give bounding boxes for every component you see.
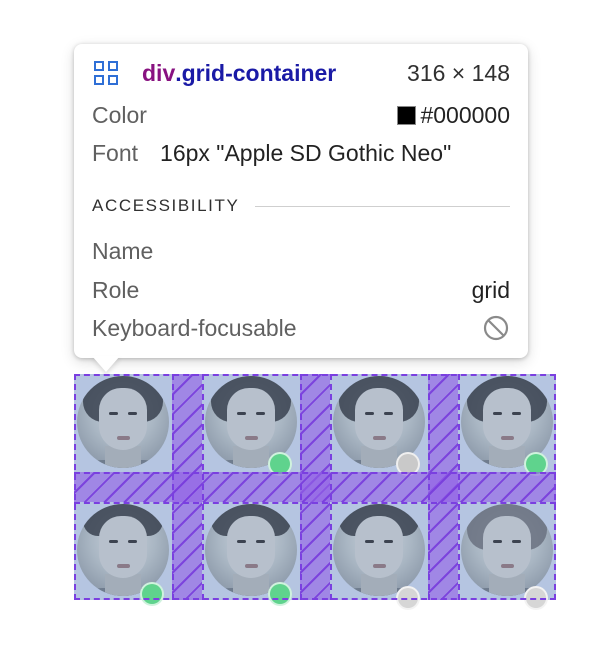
role-label: Role xyxy=(92,276,140,303)
font-row: Font 16px "Apple SD Gothic Neo" xyxy=(92,138,510,168)
devtools-inspect-page: div .grid-container 316 × 148 Color #0000… xyxy=(0,0,614,664)
name-row: Name xyxy=(92,236,510,266)
grid-container-highlight xyxy=(74,374,556,610)
grid-layout-icon xyxy=(92,59,120,87)
name-label: Name xyxy=(92,237,154,264)
font-label: Font xyxy=(92,139,139,166)
section-divider xyxy=(255,205,510,207)
tooltip-arrow xyxy=(92,356,120,372)
role-value: grid xyxy=(471,276,510,303)
grid-container-border xyxy=(74,374,556,600)
color-label: Color xyxy=(92,101,147,128)
selector-class: .grid-container xyxy=(175,59,337,86)
color-row: Color #000000 xyxy=(92,100,510,130)
keyboard-focusable-label: Keyboard-focusable xyxy=(92,314,297,341)
selector-tag: div xyxy=(142,59,176,86)
role-row: Role grid xyxy=(92,275,510,305)
element-dimensions: 316 × 148 xyxy=(407,59,510,86)
tooltip-header: div .grid-container 316 × 148 xyxy=(92,58,510,88)
element-selector: div .grid-container xyxy=(92,59,336,87)
inspect-tooltip: div .grid-container 316 × 148 Color #0000… xyxy=(74,44,528,358)
not-allowed-icon xyxy=(482,314,510,342)
accessibility-heading: ACCESSIBILITY xyxy=(92,196,240,215)
color-value-wrap: #000000 xyxy=(397,102,510,129)
color-value: #000000 xyxy=(420,101,510,128)
color-swatch xyxy=(397,105,417,125)
keyboard-focusable-row: Keyboard-focusable xyxy=(92,313,510,343)
font-value: 16px "Apple SD Gothic Neo" xyxy=(160,139,452,166)
accessibility-heading-row: ACCESSIBILITY xyxy=(92,196,510,216)
